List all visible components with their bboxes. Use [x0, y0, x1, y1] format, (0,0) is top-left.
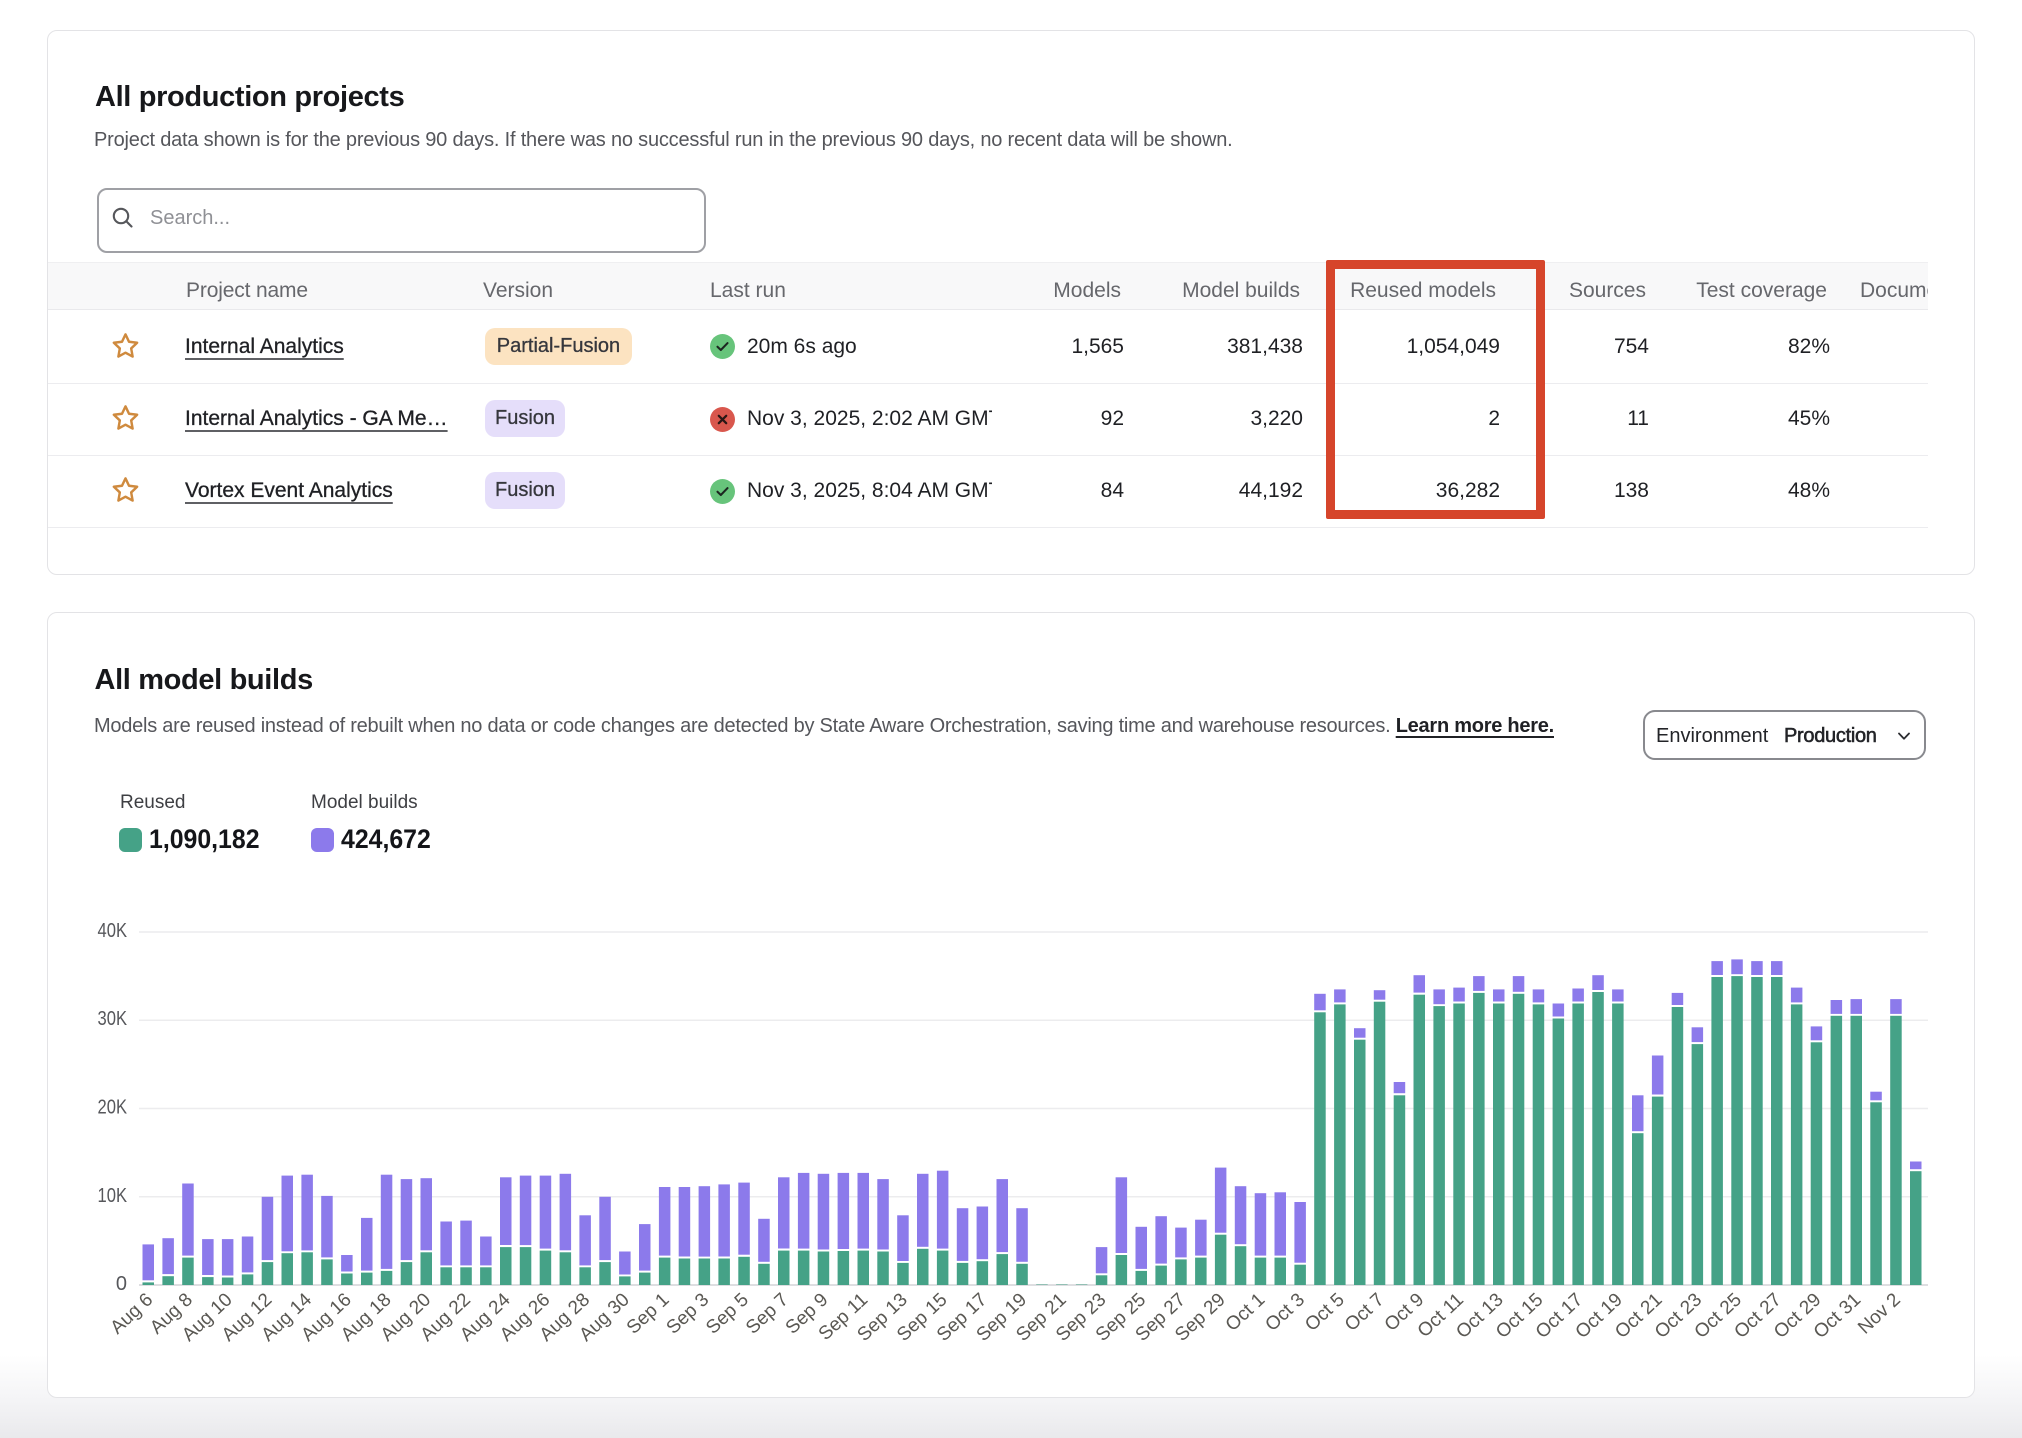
svg-text:10K: 10K — [98, 1185, 128, 1207]
svg-text:Oct 3: Oct 3 — [1261, 1289, 1309, 1335]
svg-text:Sep 1: Sep 1 — [623, 1289, 674, 1338]
svg-text:Sep 3: Sep 3 — [663, 1289, 714, 1338]
svg-text:Nov 2: Nov 2 — [1854, 1289, 1905, 1338]
svg-text:Aug 6: Aug 6 — [107, 1289, 158, 1338]
svg-text:Sep 7: Sep 7 — [742, 1289, 793, 1338]
svg-text:Oct 7: Oct 7 — [1341, 1289, 1389, 1335]
svg-text:20K: 20K — [98, 1097, 128, 1119]
svg-text:Oct 5: Oct 5 — [1301, 1289, 1349, 1335]
svg-text:30K: 30K — [98, 1008, 128, 1030]
svg-text:0: 0 — [116, 1273, 127, 1295]
svg-text:Sep 5: Sep 5 — [702, 1289, 753, 1338]
svg-text:40K: 40K — [98, 920, 128, 942]
svg-text:Oct 1: Oct 1 — [1222, 1289, 1270, 1335]
